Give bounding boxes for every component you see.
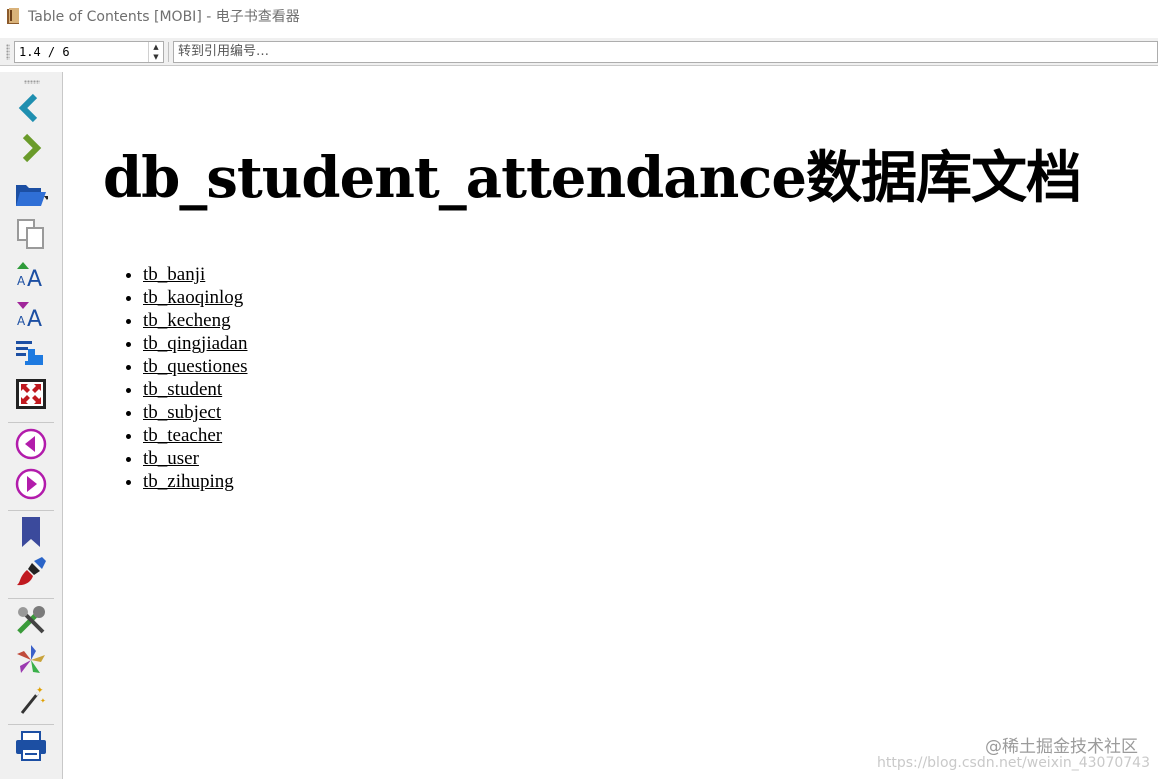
toc-item: tb_banji bbox=[143, 263, 248, 286]
back-icon bbox=[18, 93, 38, 123]
toc-item: tb_zihuping bbox=[143, 470, 248, 493]
toolbar-separator bbox=[8, 724, 54, 725]
bookmark-icon bbox=[22, 517, 40, 547]
toc-link[interactable]: tb_kecheng bbox=[143, 310, 231, 331]
toolbar-separator bbox=[168, 41, 169, 62]
toc-item: tb_kaoqinlog bbox=[143, 286, 248, 309]
svg-text:A: A bbox=[27, 267, 42, 291]
toc-link[interactable]: tb_student bbox=[143, 379, 222, 400]
copy-button[interactable] bbox=[13, 216, 49, 252]
toc-button[interactable] bbox=[13, 336, 49, 372]
svg-text:A: A bbox=[27, 307, 42, 331]
open-book-button[interactable] bbox=[13, 176, 49, 212]
previous-page-icon bbox=[15, 428, 47, 460]
print-icon bbox=[16, 731, 46, 761]
toolbar-separator bbox=[8, 598, 54, 599]
toc-item: tb_subject bbox=[143, 401, 248, 424]
toc-link[interactable]: tb_kaoqinlog bbox=[143, 287, 243, 308]
toc-link[interactable]: tb_user bbox=[143, 448, 199, 469]
top-toolbar: 1.4 / 6 ▲ ▼ bbox=[0, 38, 1158, 66]
toc-item: tb_student bbox=[143, 378, 248, 401]
font-smaller-icon: A A bbox=[17, 302, 42, 331]
toolbar-grip[interactable] bbox=[6, 43, 10, 60]
toc-item: tb_qingjiadan bbox=[143, 332, 248, 355]
fullscreen-icon bbox=[16, 379, 46, 409]
position-value[interactable]: 1.4 / 6 bbox=[15, 45, 70, 59]
plugins-icon bbox=[17, 645, 45, 673]
watermark-brand: @稀土掘金技术社区 bbox=[985, 737, 1138, 757]
toc-link[interactable]: tb_banji bbox=[143, 264, 205, 285]
toc-list: tb_banji tb_kaoqinlog tb_kecheng tb_qing… bbox=[103, 263, 248, 493]
next-page-button[interactable] bbox=[13, 466, 49, 502]
toc-link[interactable]: tb_subject bbox=[143, 402, 221, 423]
app-icon bbox=[7, 8, 19, 24]
font-larger-icon: A A bbox=[17, 262, 42, 291]
side-toolbar-grip[interactable] bbox=[24, 80, 40, 84]
plugins-button[interactable] bbox=[13, 642, 49, 678]
toc-link[interactable]: tb_teacher bbox=[143, 425, 222, 446]
toc-link[interactable]: tb_questiones bbox=[143, 356, 248, 377]
reader-content[interactable]: db_student_attendance数据库文档 tb_banji tb_k… bbox=[63, 73, 1158, 779]
open-folder-icon bbox=[16, 185, 48, 206]
fullscreen-button[interactable] bbox=[13, 376, 49, 412]
svg-text:A: A bbox=[17, 314, 26, 328]
spin-up-icon[interactable]: ▲ bbox=[149, 42, 163, 52]
toc-icon bbox=[16, 341, 43, 365]
svg-text:✦: ✦ bbox=[40, 697, 46, 705]
toc-item: tb_questiones bbox=[143, 355, 248, 378]
preferences-icon bbox=[17, 606, 45, 634]
goto-reference-input[interactable] bbox=[174, 41, 1157, 62]
toc-item: tb_kecheng bbox=[143, 309, 248, 332]
position-spinbox[interactable]: 1.4 / 6 ▲ ▼ bbox=[14, 40, 164, 63]
bookmark-button[interactable] bbox=[13, 514, 49, 550]
forward-button[interactable] bbox=[13, 130, 49, 166]
toc-link[interactable]: tb_zihuping bbox=[143, 471, 234, 492]
forward-icon bbox=[22, 133, 42, 163]
magic-wand-button[interactable]: ✦ ✦ bbox=[13, 682, 49, 718]
svg-text:A: A bbox=[17, 274, 26, 288]
toolbar-separator bbox=[8, 422, 54, 423]
back-button[interactable] bbox=[13, 90, 49, 126]
toolbar-separator bbox=[8, 510, 54, 511]
copy-icon bbox=[17, 219, 44, 249]
font-smaller-button[interactable]: A A bbox=[13, 296, 49, 332]
toc-item: tb_user bbox=[143, 447, 248, 470]
svg-text:✦: ✦ bbox=[36, 686, 44, 696]
next-page-icon bbox=[15, 468, 47, 500]
goto-reference-field[interactable] bbox=[173, 40, 1158, 63]
spin-down-icon[interactable]: ▼ bbox=[149, 52, 163, 62]
previous-page-button[interactable] bbox=[13, 426, 49, 462]
document-title: db_student_attendance数据库文档 bbox=[103, 145, 1082, 211]
toc-item: tb_teacher bbox=[143, 424, 248, 447]
title-bar: Table of Contents [MOBI] - 电子书查看器 bbox=[0, 0, 1158, 32]
highlight-button[interactable] bbox=[13, 554, 49, 590]
watermark-url: https://blog.csdn.net/weixin_43070743 bbox=[876, 755, 1150, 771]
font-larger-button[interactable]: A A bbox=[13, 256, 49, 292]
print-button[interactable] bbox=[13, 728, 49, 764]
magic-wand-icon: ✦ ✦ bbox=[20, 686, 46, 714]
toc-link[interactable]: tb_qingjiadan bbox=[143, 333, 247, 354]
window-title: Table of Contents [MOBI] - 电子书查看器 bbox=[28, 9, 300, 25]
highlight-icon bbox=[17, 557, 46, 586]
preferences-button[interactable] bbox=[13, 602, 49, 638]
side-toolbar: A A A A ✦ ✦ bbox=[0, 72, 63, 779]
spin-buttons[interactable]: ▲ ▼ bbox=[148, 41, 163, 62]
